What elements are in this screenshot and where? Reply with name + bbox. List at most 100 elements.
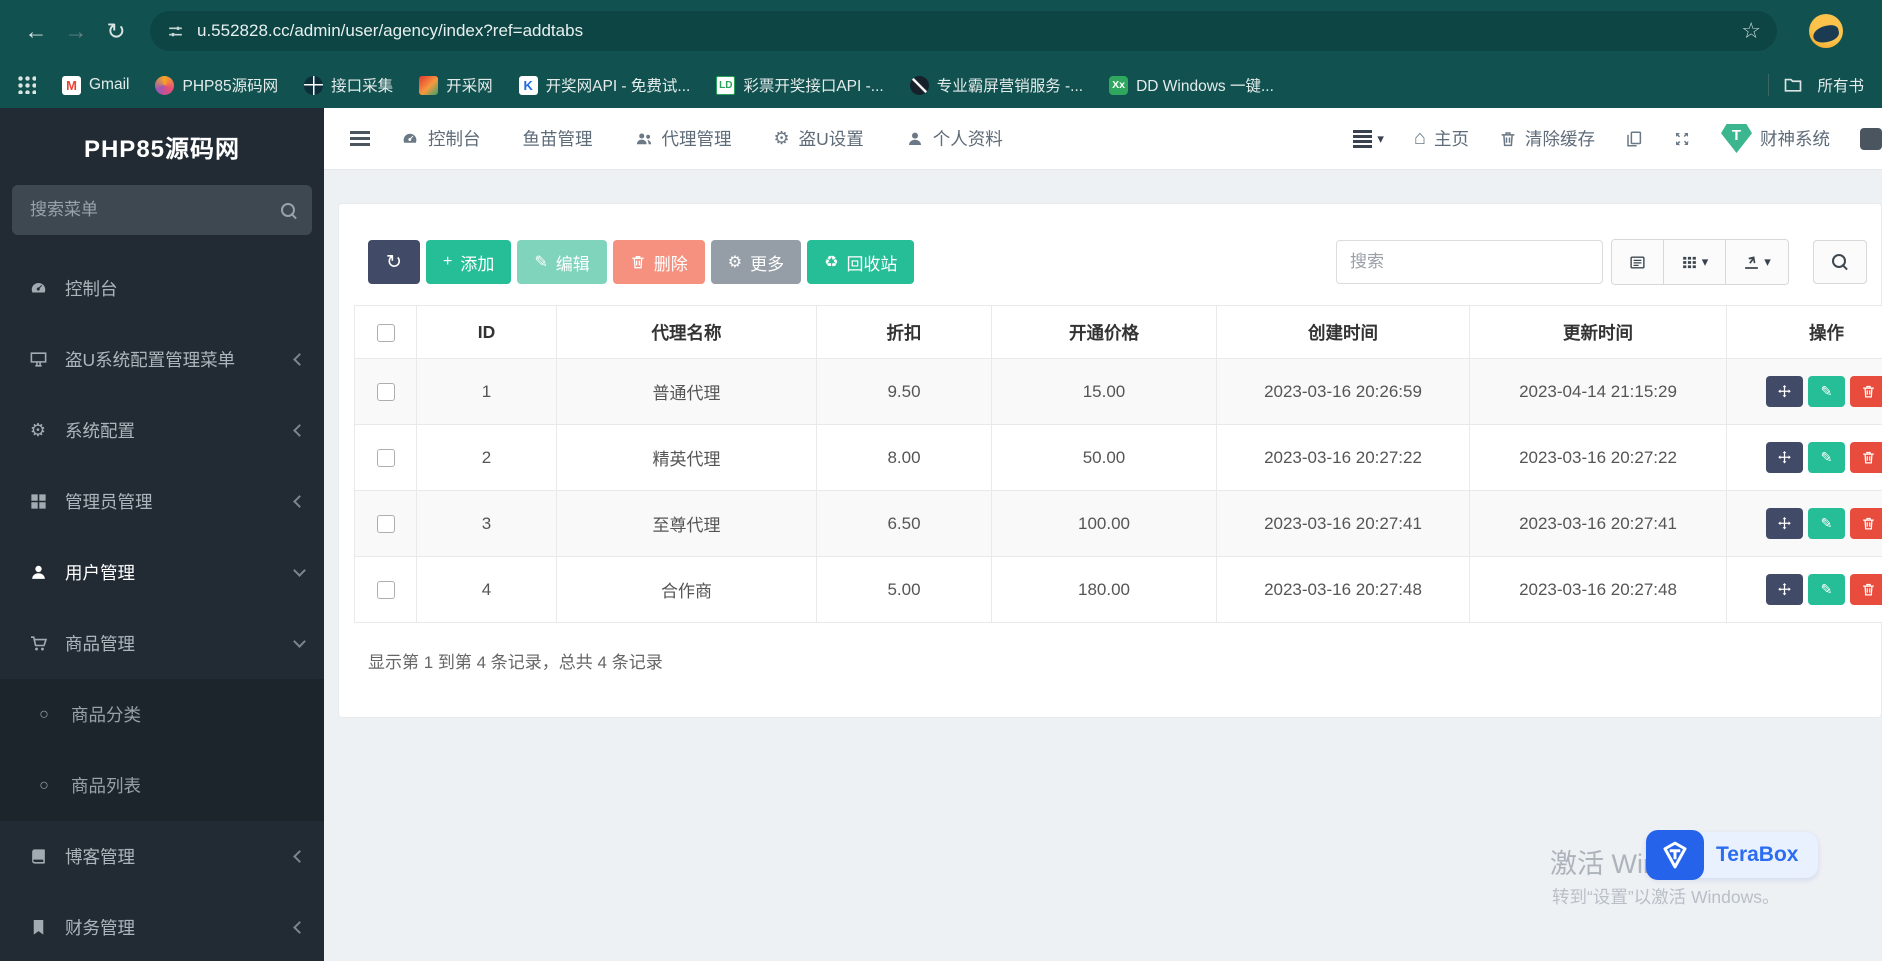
cell-id: 4 <box>416 556 557 623</box>
export-button[interactable]: ▾ <box>1726 240 1788 284</box>
row-checkbox[interactable] <box>376 581 395 600</box>
bookmark-dd-windows[interactable]: Xx DD Windows 一键... <box>1109 74 1274 96</box>
add-label: 添加 <box>460 254 495 274</box>
bookmark-jiekoucaiji[interactable]: 接口采集 <box>304 74 393 96</box>
fullscreen-button[interactable] <box>1673 130 1691 148</box>
sidebar-item-label: 商品管理 <box>65 634 135 654</box>
sidebar-item-goods-category[interactable]: ○ 商品分类 <box>0 679 324 750</box>
tab-agency-manage[interactable]: 代理管理 <box>614 108 753 169</box>
forward-icon[interactable]: → <box>56 11 96 51</box>
dark-globe-icon <box>909 75 929 95</box>
sidebar-submenu: ○ 商品分类 ○ 商品列表 <box>0 679 324 821</box>
tab-profile[interactable]: 个人资料 <box>885 108 1024 169</box>
sidebar-item-blog-manage[interactable]: 博客管理 <box>0 821 324 892</box>
drag-sort-button[interactable] <box>1766 376 1803 407</box>
row-edit-button[interactable]: ✎ <box>1808 442 1845 473</box>
row-delete-button[interactable] <box>1850 376 1882 407</box>
col-updated[interactable]: 更新时间 <box>1469 305 1727 359</box>
col-id[interactable]: ID <box>416 305 557 359</box>
export-icon <box>1743 254 1760 271</box>
clear-cache-label: 清除缓存 <box>1525 129 1595 149</box>
row-edit-button[interactable]: ✎ <box>1808 376 1845 407</box>
caret-down-icon: ▾ <box>1764 254 1771 269</box>
sidebar-item-finance-manage[interactable]: 财务管理 <box>0 892 324 961</box>
col-name[interactable]: 代理名称 <box>556 305 817 359</box>
all-bookmarks[interactable]: 所有书 <box>1768 74 1864 96</box>
sidebar-item-goods-manage[interactable]: 商品管理 <box>0 608 324 679</box>
col-created[interactable]: 创建时间 <box>1216 305 1470 359</box>
terabox-widget[interactable]: TeraBox <box>1646 830 1819 880</box>
apps-grid-icon[interactable] <box>18 76 36 94</box>
edit-button[interactable]: ✎ 编辑 <box>517 240 607 284</box>
more-button[interactable]: ⚙ 更多 <box>710 240 802 284</box>
row-delete-button[interactable] <box>1850 574 1882 605</box>
cell-discount: 8.00 <box>816 424 992 491</box>
system-brand[interactable]: T 财神系统 <box>1721 124 1830 153</box>
expand-icon <box>1673 130 1691 148</box>
site-settings-icon[interactable] <box>166 22 185 41</box>
col-price[interactable]: 开通价格 <box>991 305 1217 359</box>
sidebar-item-dau-config[interactable]: 盗U系统配置管理菜单 <box>0 324 324 395</box>
bookmark-caipiao-api[interactable]: LD 彩票开奖接口API -... <box>716 74 884 96</box>
bookmark-gmail[interactable]: M Gmail <box>62 75 129 95</box>
sidebar-item-label: 商品分类 <box>71 705 141 725</box>
bookmark-php85[interactable]: PHP85源码网 <box>155 74 278 96</box>
cell-updated: 2023-04-14 21:15:29 <box>1469 358 1727 425</box>
tab-list-dropdown[interactable]: ▾ <box>1353 129 1384 147</box>
sidebar-item-label: 管理员管理 <box>65 492 153 512</box>
ld-icon: LD <box>716 75 736 95</box>
bookmark-label: PHP85源码网 <box>182 78 279 95</box>
back-icon[interactable]: ← <box>16 11 56 51</box>
drag-sort-button[interactable] <box>1766 442 1803 473</box>
dd-icon: Xx <box>1109 75 1129 95</box>
address-bar[interactable]: u.552828.cc/admin/user/agency/index?ref=… <box>150 11 1777 51</box>
table-toolbar: ↻ + 添加 ✎ 编辑 删除 ⚙ 更多 ♻ 回收站 搜索 ▾ ▾ <box>339 239 1881 285</box>
bookmark-kaijiang-api[interactable]: K 开奖网API - 免费试... <box>518 74 690 96</box>
tab-dau-settings[interactable]: ⚙ 盗U设置 <box>753 108 885 169</box>
profile-avatar[interactable] <box>1809 14 1843 48</box>
recycle-bin-button[interactable]: ♻ 回收站 <box>807 240 915 284</box>
bookmark-kaicai[interactable]: 开采网 <box>419 74 493 96</box>
delete-button[interactable]: 删除 <box>612 240 705 284</box>
clear-cache-link[interactable]: 清除缓存 <box>1499 126 1595 151</box>
row-edit-button[interactable]: ✎ <box>1808 508 1845 539</box>
drag-sort-button[interactable] <box>1766 508 1803 539</box>
col-discount[interactable]: 折扣 <box>816 305 992 359</box>
bookmark-star-icon[interactable]: ☆ <box>1741 18 1761 44</box>
table-search-input[interactable] <box>1336 240 1603 284</box>
row-delete-button[interactable] <box>1850 442 1882 473</box>
refresh-button[interactable]: ↻ <box>368 240 420 284</box>
sidebar-item-dashboard[interactable]: 控制台 <box>0 253 324 324</box>
row-delete-button[interactable] <box>1850 508 1882 539</box>
tab-yumiao-manage[interactable]: 鱼苗管理 <box>502 108 614 169</box>
row-checkbox[interactable] <box>376 515 395 534</box>
cell-price: 100.00 <box>991 490 1217 557</box>
sidebar-item-goods-list[interactable]: ○ 商品列表 <box>0 750 324 821</box>
drag-sort-button[interactable] <box>1766 574 1803 605</box>
columns-button[interactable]: ▾ <box>1664 240 1726 284</box>
select-all-checkbox[interactable] <box>376 323 395 342</box>
row-checkbox[interactable] <box>376 383 395 402</box>
sidebar-item-system-config[interactable]: ⚙ 系统配置 <box>0 395 324 466</box>
sidebar-search[interactable] <box>12 185 312 235</box>
tab-dashboard[interactable]: 控制台 <box>380 108 502 169</box>
url-text[interactable]: u.552828.cc/admin/user/agency/index?ref=… <box>197 21 583 41</box>
row-checkbox[interactable] <box>376 449 395 468</box>
hamburger-icon[interactable] <box>350 131 370 134</box>
sidebar-search-input[interactable] <box>28 199 281 221</box>
reload-icon[interactable]: ↻ <box>96 11 136 51</box>
search-button[interactable] <box>1813 240 1867 284</box>
partial-icon[interactable] <box>1860 127 1882 150</box>
cell-discount: 6.50 <box>816 490 992 557</box>
bookmark-icon <box>24 918 52 937</box>
detail-view-button[interactable] <box>1612 240 1664 284</box>
brand-logo[interactable]: PHP85源码网 <box>0 108 324 185</box>
add-button[interactable]: + 添加 <box>426 240 512 284</box>
sidebar-item-admin-manage[interactable]: 管理员管理 <box>0 466 324 537</box>
bookmark-baping[interactable]: 专业霸屏营销服务 -... <box>909 74 1083 96</box>
row-edit-button[interactable]: ✎ <box>1808 574 1845 605</box>
recycle-icon: ♻ <box>824 254 839 271</box>
sidebar-item-user-manage[interactable]: 用户管理 <box>0 537 324 608</box>
home-link[interactable]: ⌂ 主页 <box>1414 126 1469 151</box>
copy-button[interactable] <box>1625 130 1643 148</box>
